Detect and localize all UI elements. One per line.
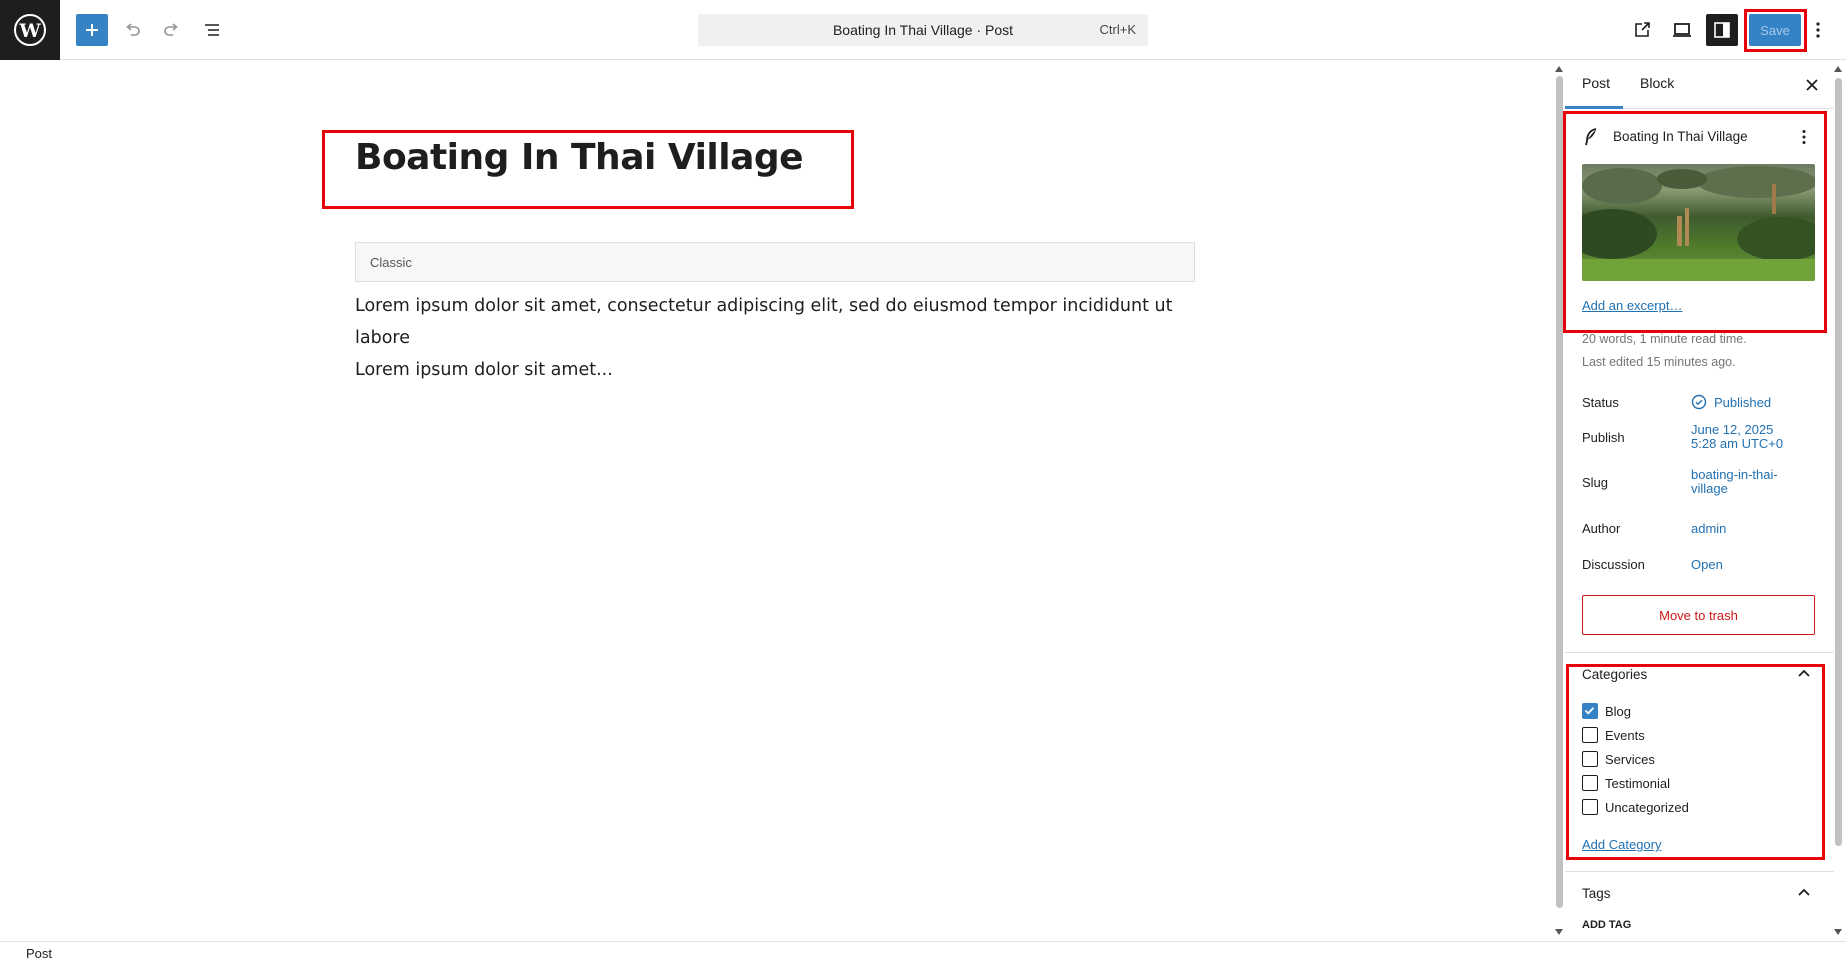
publish-date-button[interactable]: June 12, 2025 5:28 am UTC+0: [1691, 423, 1783, 451]
post-feather-icon: [1585, 128, 1597, 146]
document-overview-button[interactable]: [196, 14, 228, 46]
wordpress-icon: W: [14, 14, 46, 46]
sidebar-scrollbar[interactable]: [1835, 78, 1842, 846]
category-label: Testimonial: [1605, 776, 1671, 791]
published-check-icon: [1691, 394, 1707, 410]
publish-label: Publish: [1582, 430, 1625, 445]
keyboard-shortcut: Ctrl+K: [1099, 22, 1136, 37]
editor-top-toolbar: W Boating In Thai Village · Post Ctrl+K: [0, 0, 1846, 60]
editor-canvas[interactable]: Boating In Thai Village Classic Lorem ip…: [0, 61, 1555, 941]
author-label: Author: [1582, 521, 1621, 536]
sidebar-tabs: Post Block: [1565, 61, 1834, 109]
panel-divider: [1565, 652, 1834, 653]
desktop-icon: [1673, 23, 1691, 37]
sidebar-icon: [1714, 22, 1730, 38]
list-view-icon: [205, 24, 219, 36]
sidebar-scroll-down-icon[interactable]: [1834, 929, 1842, 935]
classic-block-toolbar[interactable]: Classic: [355, 242, 1195, 282]
undo-button[interactable]: [116, 14, 148, 46]
add-excerpt-link[interactable]: Add an excerpt…: [1582, 298, 1682, 313]
wordpress-logo-button[interactable]: W: [0, 0, 60, 60]
category-checkbox-testimonial[interactable]: [1582, 775, 1598, 791]
tab-post[interactable]: Post: [1582, 75, 1610, 91]
featured-image[interactable]: [1582, 164, 1815, 281]
category-label: Services: [1605, 752, 1655, 767]
canvas-scrollbar[interactable]: [1556, 76, 1563, 908]
discussion-value[interactable]: Open: [1691, 557, 1723, 572]
post-title[interactable]: Boating In Thai Village: [355, 137, 804, 178]
preview-device-button[interactable]: [1666, 14, 1698, 46]
last-edited: Last edited 15 minutes ago.: [1582, 355, 1736, 369]
category-checkbox-events[interactable]: [1582, 727, 1598, 743]
slug-button[interactable]: boating-in-thai- village: [1691, 468, 1778, 496]
category-checkbox-services[interactable]: [1582, 751, 1598, 767]
add-tag-label: ADD TAG: [1582, 919, 1632, 931]
word-count: 20 words, 1 minute read time.: [1582, 332, 1747, 346]
post-actions-icon[interactable]: [1801, 129, 1807, 145]
chevron-up-icon[interactable]: [1797, 668, 1811, 678]
settings-sidebar-toggle[interactable]: [1706, 14, 1738, 46]
view-post-button[interactable]: [1626, 14, 1658, 46]
category-label: Uncategorized: [1605, 800, 1689, 815]
category-checkbox-blog[interactable]: [1582, 703, 1598, 719]
post-card-title: Boating In Thai Village: [1613, 129, 1748, 144]
classic-block-content[interactable]: Lorem ipsum dolor sit amet, consectetur …: [355, 290, 1215, 386]
paragraph-line: Lorem ipsum dolor sit amet, consectetur …: [355, 296, 1173, 348]
category-label: Blog: [1605, 704, 1632, 719]
chevron-up-icon[interactable]: [1797, 887, 1811, 897]
settings-sidebar: Post Block Boating In Thai Village Add a…: [1565, 61, 1834, 941]
svg-text:W: W: [18, 20, 41, 42]
redo-button[interactable]: [156, 14, 188, 46]
plus-icon: [86, 24, 98, 36]
more-vertical-icon: [1816, 22, 1820, 38]
command-palette-bar[interactable]: Boating In Thai Village · Post Ctrl+K: [698, 14, 1148, 46]
slug-value-line: boating-in-thai-: [1691, 467, 1778, 482]
close-icon[interactable]: [1805, 78, 1819, 92]
move-to-trash-button[interactable]: Move to trash: [1582, 595, 1815, 635]
undo-icon: [126, 23, 140, 36]
publish-date: June 12, 2025: [1691, 422, 1774, 437]
add-category-link[interactable]: Add Category: [1582, 837, 1662, 852]
category-checkbox-uncategorized[interactable]: [1582, 799, 1598, 815]
author-value[interactable]: admin: [1691, 521, 1726, 536]
slug-label: Slug: [1582, 475, 1609, 490]
canvas-scroll-down-icon[interactable]: [1555, 929, 1563, 935]
breadcrumb-item[interactable]: Post: [26, 946, 52, 961]
slug-value-line: village: [1691, 481, 1728, 496]
canvas-scroll-up-icon[interactable]: [1555, 66, 1563, 72]
featured-image-scene: [1582, 166, 1815, 281]
publish-time: 5:28 am UTC+0: [1691, 436, 1784, 451]
status-value[interactable]: Published: [1714, 395, 1771, 410]
options-menu-button[interactable]: [1806, 14, 1830, 46]
add-block-button[interactable]: [76, 14, 108, 46]
active-tab-indicator: [1565, 106, 1623, 109]
categories-heading[interactable]: Categories: [1582, 667, 1647, 682]
checkmark-icon: [1584, 707, 1595, 715]
document-title: Boating In Thai Village · Post: [832, 22, 1014, 38]
sidebar-scroll-up-icon[interactable]: [1834, 66, 1842, 72]
block-breadcrumb-bar: Post: [0, 941, 1846, 966]
discussion-label: Discussion: [1582, 557, 1645, 572]
panel-divider: [1565, 871, 1834, 872]
status-label: Status: [1582, 395, 1619, 410]
redo-icon: [164, 23, 178, 36]
external-link-icon: [1635, 22, 1650, 37]
save-button[interactable]: Save: [1749, 14, 1801, 46]
tags-heading[interactable]: Tags: [1582, 886, 1611, 901]
category-label: Events: [1605, 728, 1645, 743]
paragraph-line: Lorem ipsum dolor sit amet...: [355, 360, 613, 380]
tab-block[interactable]: Block: [1640, 75, 1674, 91]
